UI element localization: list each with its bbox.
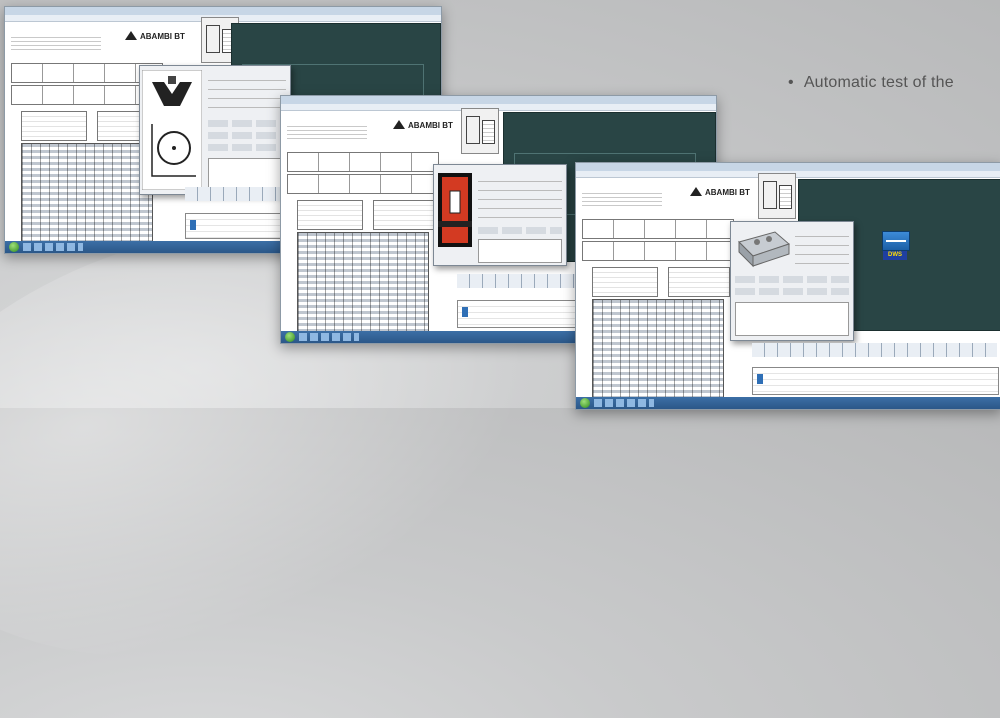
report-header-box — [582, 219, 734, 239]
report-header-box — [287, 152, 439, 172]
measurement-grid — [297, 232, 429, 334]
taskbar — [576, 397, 1000, 409]
lock-icon — [462, 307, 468, 317]
parameter-list-right — [668, 267, 730, 297]
app-icon-label: DWS — [883, 251, 907, 260]
measurement-grid — [21, 143, 153, 243]
dialog-fields — [795, 228, 849, 272]
machine-diagram — [758, 173, 796, 219]
caption: • Automatic test of the — [788, 74, 954, 92]
dialog-buttons-2[interactable] — [735, 288, 849, 295]
dialog-text-area[interactable] — [478, 239, 562, 263]
logo-triangle-icon — [690, 187, 702, 196]
header-lines — [287, 126, 367, 142]
lock-icon — [190, 220, 196, 230]
header-lines — [11, 37, 101, 53]
start-orb-icon[interactable] — [285, 332, 295, 342]
v-block-and-circle-diagram-icon — [142, 70, 202, 190]
title-bar — [576, 163, 1000, 171]
dialog-buttons-3[interactable] — [208, 144, 286, 151]
test-dialog[interactable] — [433, 164, 567, 266]
lock-icon — [757, 374, 763, 384]
report-info-box — [287, 174, 439, 194]
taskbar-icons[interactable] — [594, 399, 654, 407]
dialog-text-area[interactable] — [208, 158, 286, 190]
dialog-fields — [208, 72, 286, 112]
report-info-box — [582, 241, 734, 261]
caption-text: Automatic test of the — [803, 74, 954, 91]
parameter-list-left — [592, 267, 658, 297]
logo-triangle-icon — [125, 31, 137, 40]
caption-bullet: • — [788, 74, 794, 91]
dialog-buttons-2[interactable] — [208, 132, 286, 139]
taskbar-icons[interactable] — [299, 333, 359, 341]
machine-diagram — [461, 108, 499, 154]
app-icon-graphic — [882, 231, 910, 251]
parameter-list-right — [373, 200, 435, 230]
header-lines — [582, 193, 662, 209]
tool-strip — [752, 343, 997, 357]
status-panel — [752, 367, 999, 395]
taskbar-icons[interactable] — [23, 243, 83, 251]
company-logo: ABAMBI BT — [393, 120, 453, 130]
dialog-buttons-1[interactable] — [208, 120, 286, 127]
title-bar — [281, 96, 716, 104]
company-logo: ABAMBI BT — [125, 31, 185, 41]
start-orb-icon[interactable] — [9, 242, 19, 252]
test-dialog[interactable] — [730, 221, 854, 341]
red-clamp-icon — [438, 173, 472, 247]
dialog-text-area[interactable] — [735, 302, 849, 336]
measurement-grid — [592, 299, 724, 401]
gripper-icon — [738, 231, 790, 268]
parameter-list-left — [297, 200, 363, 230]
logo-triangle-icon — [393, 120, 405, 129]
company-logo: ABAMBI BT — [690, 187, 750, 197]
parameter-list-left — [21, 111, 87, 141]
title-bar — [5, 7, 441, 15]
dws-app-icon[interactable]: DWS — [882, 231, 910, 261]
dialog-fields — [478, 173, 562, 221]
dialog-buttons[interactable] — [478, 227, 562, 234]
screenshot-window-3: ABAMBI BT DWS — [575, 162, 1000, 410]
start-orb-icon[interactable] — [580, 398, 590, 408]
test-dialog[interactable] — [139, 65, 291, 195]
dialog-buttons-1[interactable] — [735, 276, 849, 283]
